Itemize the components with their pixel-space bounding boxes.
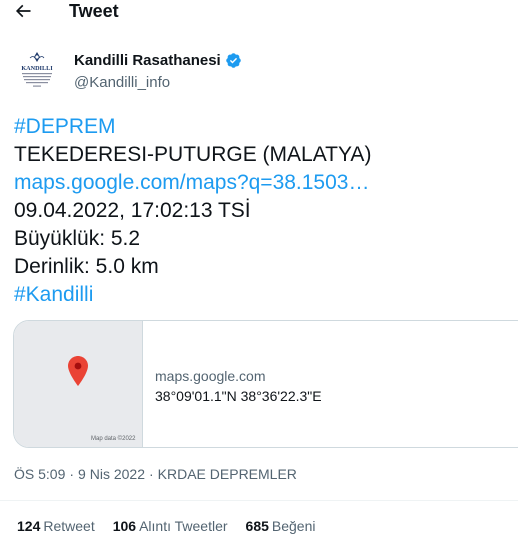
hashtag-deprem[interactable]: #DEPREM xyxy=(14,113,514,141)
tweet-time[interactable]: ÖS 5:09 xyxy=(14,466,65,482)
card-domain: maps.google.com xyxy=(155,368,266,384)
map-pin-icon xyxy=(68,356,88,386)
quotes-count: 106 xyxy=(112,518,137,534)
back-button[interactable] xyxy=(8,0,38,22)
tweet-location-line: TEKEDERESI-PUTURGE (MALATYA) xyxy=(14,143,372,166)
tweet-stats: 124 Retweet 106 Alıntı Tweetler 685 Beğeni xyxy=(17,518,315,534)
retweets-label: Retweet xyxy=(43,518,95,534)
kandilli-logo: KANDILLI xyxy=(14,48,60,94)
svg-text:KANDILLI: KANDILLI xyxy=(21,65,53,72)
divider xyxy=(0,500,518,501)
tweet-text: #DEPREM TEKEDERESI-PUTURGE (MALATYA) map… xyxy=(14,113,514,309)
tweet-meta: ÖS 5:09 · 9 Nis 2022 · KRDAE DEPREMLER xyxy=(14,466,297,482)
quotes-label: Alıntı Tweetler xyxy=(139,518,228,534)
tweet-author: KANDILLI Kandilli Rasathanesi @Kandilli_… xyxy=(0,48,518,102)
quotes-stat[interactable]: 106 Alıntı Tweetler xyxy=(113,518,228,534)
author-name[interactable]: Kandilli Rasathanesi xyxy=(74,52,242,69)
hashtag-kandilli[interactable]: #Kandilli xyxy=(14,281,514,309)
likes-count: 685 xyxy=(245,518,269,534)
link-preview-card[interactable]: Map data ©2022 maps.google.com 38°09'01.… xyxy=(13,320,518,448)
arrow-left-icon xyxy=(15,4,31,18)
author-handle[interactable]: @Kandilli_info xyxy=(74,74,170,91)
meta-separator: · xyxy=(148,466,154,482)
map-link[interactable]: maps.google.com/maps?q=38.1503… xyxy=(14,169,514,197)
tweet-date[interactable]: 9 Nis 2022 xyxy=(78,466,145,482)
tweet-source[interactable]: KRDAE DEPREMLER xyxy=(158,466,297,482)
retweets-stat[interactable]: 124 Retweet xyxy=(17,518,95,534)
header-bar: Tweet xyxy=(0,0,518,24)
map-thumbnail: Map data ©2022 xyxy=(14,321,143,447)
author-name-text: Kandilli Rasathanesi xyxy=(74,52,221,69)
tweet-magnitude-line: Büyüklük: 5.2 xyxy=(14,227,141,250)
likes-label: Beğeni xyxy=(271,518,316,534)
map-credit: Map data ©2022 xyxy=(91,436,136,442)
tweet-datetime-line: 09.04.2022, 17:02:13 TSİ xyxy=(14,199,251,222)
likes-stat[interactable]: 685 Beğeni xyxy=(246,518,316,534)
card-coordinates: 38°09'01.1"N 38°36'22.3"E xyxy=(155,388,322,404)
tweet-depth-line: Derinlik: 5.0 km xyxy=(14,255,159,278)
avatar[interactable]: KANDILLI xyxy=(14,48,60,94)
verified-badge-icon xyxy=(225,53,241,68)
meta-separator: · xyxy=(69,466,75,482)
page-title: Tweet xyxy=(69,1,119,21)
retweets-count: 124 xyxy=(17,518,41,534)
